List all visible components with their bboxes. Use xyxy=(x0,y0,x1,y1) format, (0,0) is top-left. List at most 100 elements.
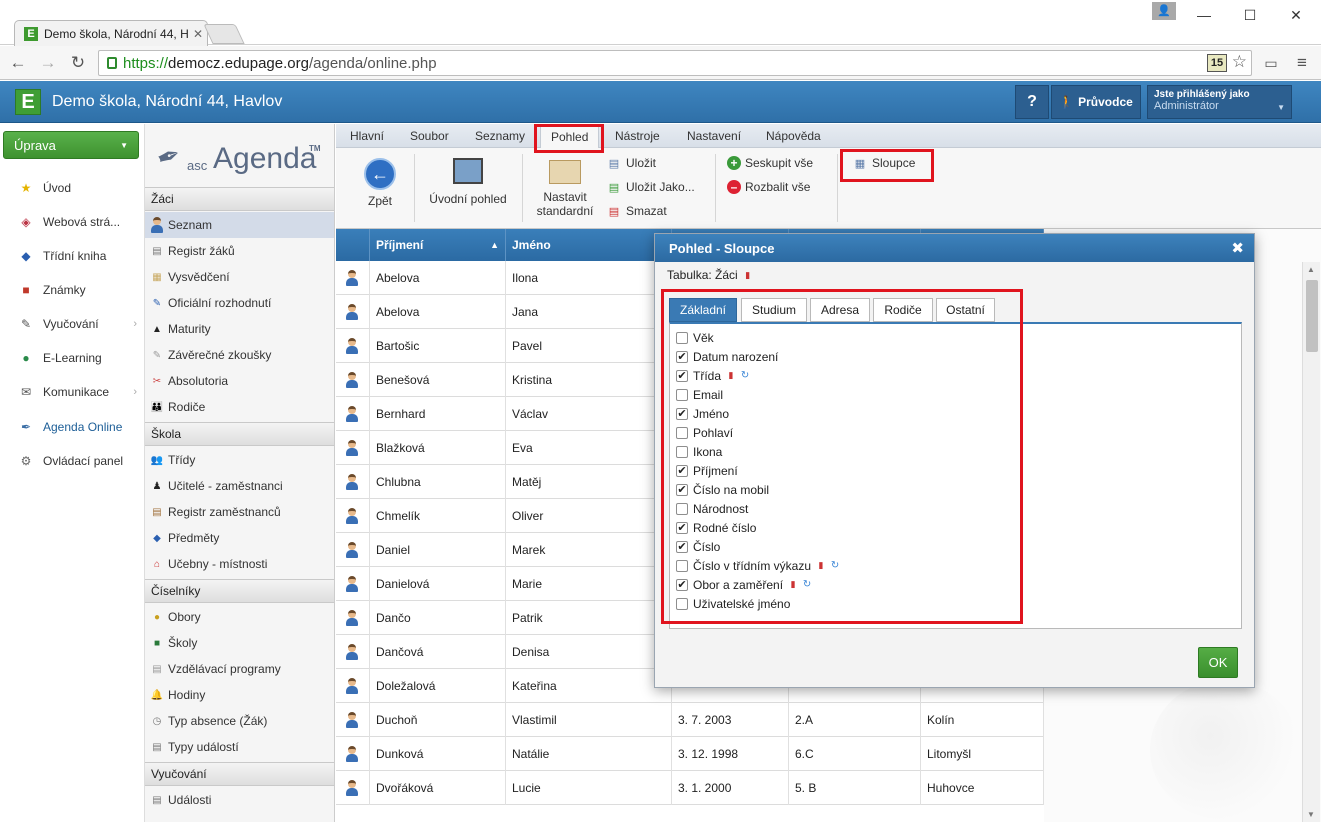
column-option[interactable]: Národnost xyxy=(676,499,748,518)
set-default-button[interactable]: Nastavit standardní xyxy=(530,160,600,218)
sidebar-item-class-book[interactable]: ◆ Třídní kniha xyxy=(0,239,145,273)
scroll-down-icon[interactable]: ▼ xyxy=(1307,810,1315,819)
edit-dropdown-button[interactable]: Úprava ▼ xyxy=(3,131,139,159)
back-button[interactable]: ← Zpět xyxy=(360,158,400,208)
tab-hlavni[interactable]: Hlavní xyxy=(350,124,384,148)
checkbox[interactable]: ✔ xyxy=(676,540,688,553)
sidebar-item-web[interactable]: ◈ Webová strá... xyxy=(0,205,145,239)
address-bar[interactable]: https://democz.edupage.org/agenda/online… xyxy=(98,50,1252,76)
column-option[interactable]: ✔ Rodné číslo xyxy=(676,518,756,537)
tab-seznamy[interactable]: Seznamy xyxy=(475,124,525,148)
dialog-tab-adresa[interactable]: Adresa xyxy=(810,298,870,322)
subnav-item-maturity[interactable]: ▲ Maturity xyxy=(145,316,334,342)
sidebar-item-uvod[interactable]: ★ Úvod xyxy=(0,171,145,205)
subnav-item-predmety[interactable]: ◆ Předměty xyxy=(145,525,334,551)
subnav-item-ucitele[interactable]: ♟ Učitelé - zaměstnanci xyxy=(145,473,334,499)
column-option[interactable]: ✔ Jméno xyxy=(676,404,729,423)
edupage-logo[interactable]: E xyxy=(15,89,41,115)
user-menu[interactable]: Jste přihlášený jako Administrátor ▼ xyxy=(1147,85,1292,119)
table-row[interactable]: Dvořáková Lucie 3. 1. 2000 5. B Huhovce xyxy=(336,771,1044,805)
column-option[interactable]: Číslo v třídním výkazu ▮ ↻ xyxy=(676,556,841,575)
sidebar-item-agenda-online[interactable]: ✒ Agenda Online xyxy=(0,410,145,444)
subnav-item-oficialni-rozhodnuti[interactable]: ✎ Oficiální rozhodnutí xyxy=(145,290,334,316)
sidebar-item-teaching[interactable]: ✎ Vyučování › xyxy=(0,307,145,341)
guide-button[interactable]: 🚶 Průvodce xyxy=(1051,85,1141,119)
subnav-item-vzdelavaci-programy[interactable]: ▤ Vzdělávací programy xyxy=(145,656,334,682)
sidebar-item-elearning[interactable]: ● E-Learning xyxy=(0,341,145,375)
close-tab-icon[interactable]: ✕ xyxy=(189,27,207,41)
close-window-icon[interactable]: ✕ xyxy=(1273,0,1319,30)
table-row[interactable]: Duchoň Vlastimil 3. 7. 2003 2.A Kolín xyxy=(336,703,1044,737)
dialog-tab-zakladni[interactable]: Základní xyxy=(669,298,737,322)
tab-napoveda[interactable]: Nápověda xyxy=(766,124,821,148)
column-option[interactable]: ✔ Datum narození xyxy=(676,347,778,366)
sidebar-item-grades[interactable]: ■ Známky xyxy=(0,273,145,307)
subnav-item-zaverecne-zkousky[interactable]: ✎ Závěrečné zkoušky xyxy=(145,342,334,368)
reload-icon[interactable]: ↻ xyxy=(66,51,90,75)
maximize-icon[interactable]: ☐ xyxy=(1227,0,1273,30)
subnav-item-rodice[interactable]: 👪 Rodiče xyxy=(145,394,334,420)
extension-badge[interactable]: 15 xyxy=(1207,54,1227,72)
checkbox[interactable]: ✔ xyxy=(676,369,688,382)
save-button[interactable]: ▤ Uložit xyxy=(606,153,656,173)
sidebar-item-control-panel[interactable]: ⚙ Ovládací panel xyxy=(0,444,145,478)
column-option[interactable]: Uživatelské jméno xyxy=(676,594,790,613)
dialog-tab-ostatni[interactable]: Ostatní xyxy=(936,298,995,322)
new-tab-button[interactable] xyxy=(203,24,245,44)
subnav-item-registr-zamestnancu[interactable]: ▤ Registr zaměstnanců xyxy=(145,499,334,525)
subnav-item-obory[interactable]: ● Obory xyxy=(145,604,334,630)
tab-nastroje[interactable]: Nástroje xyxy=(615,124,660,148)
table-row[interactable]: Dunková Natálie 3. 12. 1998 6.C Litomyšl xyxy=(336,737,1044,771)
bookmark-star-icon[interactable]: ☆ xyxy=(1232,52,1247,72)
sidebar-item-communication[interactable]: ✉ Komunikace › xyxy=(0,375,145,409)
minimize-icon[interactable]: — xyxy=(1181,0,1227,30)
checkbox[interactable]: ✔ xyxy=(676,464,688,477)
browser-tab[interactable]: E Demo škola, Národní 44, H ✕ xyxy=(14,20,208,46)
scroll-up-icon[interactable]: ▲ xyxy=(1307,265,1315,274)
checkbox[interactable] xyxy=(676,559,688,572)
ok-button[interactable]: OK xyxy=(1198,647,1238,678)
close-icon[interactable]: ✖ xyxy=(1231,239,1244,257)
subnav-item-vysvedceni[interactable]: ▦ Vysvědčení xyxy=(145,264,334,290)
checkbox[interactable] xyxy=(676,597,688,610)
subnav-item-hodiny[interactable]: 🔔 Hodiny xyxy=(145,682,334,708)
save-as-button[interactable]: ▤ Uložit Jako... xyxy=(606,177,695,197)
vertical-scrollbar[interactable]: ▲ ▼ xyxy=(1302,262,1320,822)
column-option[interactable]: ✔ Příjmení xyxy=(676,461,738,480)
expand-all-button[interactable]: – Rozbalit vše xyxy=(727,177,810,197)
dialog-tab-studium[interactable]: Studium xyxy=(741,298,807,322)
checkbox[interactable] xyxy=(676,426,688,439)
scrollbar-thumb[interactable] xyxy=(1306,280,1318,352)
subnav-item-seznam[interactable]: Seznam xyxy=(145,212,334,238)
checkbox[interactable]: ✔ xyxy=(676,578,688,591)
dialog-tab-rodice[interactable]: Rodiče xyxy=(873,298,933,322)
cast-icon[interactable]: ▭ xyxy=(1259,51,1283,75)
help-button[interactable]: ? xyxy=(1015,85,1049,119)
column-option[interactable]: Pohlaví xyxy=(676,423,733,442)
forward-arrow-icon[interactable]: → xyxy=(36,51,60,75)
column-option[interactable]: ✔ Číslo na mobil xyxy=(676,480,769,499)
subnav-item-udalosti[interactable]: ▤ Události xyxy=(145,787,334,813)
column-option[interactable]: ✔ Obor a zaměření ▮ ↻ xyxy=(676,575,813,594)
column-option[interactable]: Email xyxy=(676,385,723,404)
column-header-firstname[interactable]: Jméno xyxy=(506,229,672,261)
column-option[interactable]: Věk xyxy=(676,328,714,347)
group-all-button[interactable]: + Seskupit vše xyxy=(727,153,813,173)
checkbox[interactable]: ✔ xyxy=(676,350,688,363)
columns-button[interactable]: ▦ Sloupce xyxy=(852,153,916,173)
subnav-item-absolutoria[interactable]: ✂ Absolutoria xyxy=(145,368,334,394)
checkbox[interactable]: ✔ xyxy=(676,407,688,420)
home-view-button[interactable]: Úvodní pohled xyxy=(424,158,512,206)
column-option[interactable]: ✔ Číslo xyxy=(676,537,720,556)
subnav-item-registr-zaku[interactable]: ▤ Registr žáků xyxy=(145,238,334,264)
subnav-item-typy-udalosti[interactable]: ▤ Typy událostí xyxy=(145,734,334,760)
checkbox[interactable]: ✔ xyxy=(676,483,688,496)
checkbox[interactable] xyxy=(676,331,688,344)
menu-icon[interactable]: ≡ xyxy=(1290,51,1314,75)
column-header-surname[interactable]: Příjmení ▲ xyxy=(370,229,506,261)
checkbox[interactable] xyxy=(676,502,688,515)
column-option[interactable]: ✔ Třída ▮ ↻ xyxy=(676,366,751,385)
column-option[interactable]: Ikona xyxy=(676,442,722,461)
subnav-item-tridy[interactable]: 👥 Třídy xyxy=(145,447,334,473)
subnav-item-typ-absence[interactable]: ◷ Typ absence (Žák) xyxy=(145,708,334,734)
